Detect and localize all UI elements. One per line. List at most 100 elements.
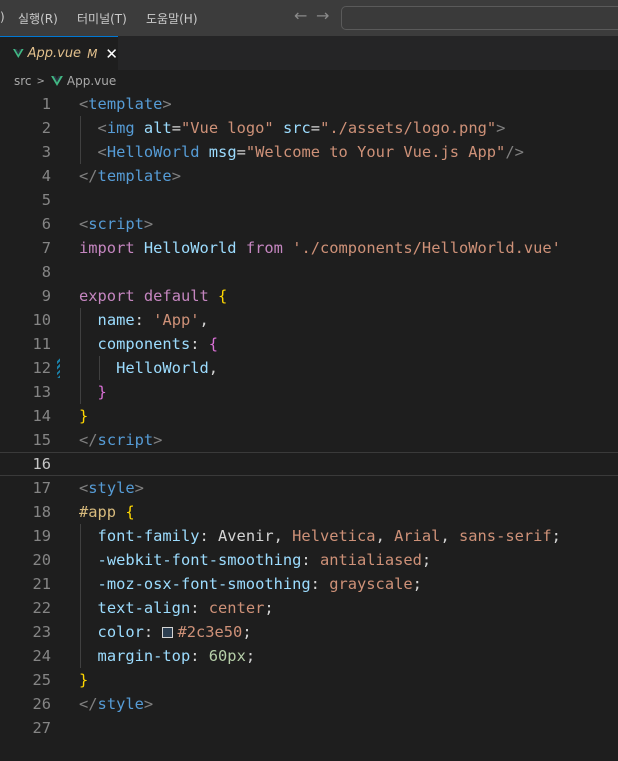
- menu-run[interactable]: 실행(R): [18, 10, 58, 27]
- code-line[interactable]: 6 <script>: [0, 212, 618, 236]
- code-text: </style>: [79, 692, 153, 716]
- code-token: >: [171, 167, 181, 185]
- code-line[interactable]: 18 #app {: [0, 500, 618, 524]
- color-swatch-icon[interactable]: [162, 627, 174, 638]
- line-number: 10: [32, 311, 51, 329]
- line-number: 20: [32, 551, 51, 569]
- code-text: }: [79, 404, 88, 428]
- line-number: 5: [41, 191, 51, 209]
- code-token: grayscale: [329, 575, 413, 593]
- code-line[interactable]: 27: [0, 716, 618, 740]
- code-token: script: [97, 431, 154, 449]
- code-token: text-align: [97, 599, 191, 617]
- code-editor[interactable]: 1 <template> 2 <img alt="Vue logo" src="./…: [0, 92, 618, 761]
- code-token: :: [143, 623, 163, 641]
- code-text: components: {: [79, 332, 219, 356]
- code-token: <: [79, 215, 89, 233]
- back-arrow-icon[interactable]: ←: [294, 6, 307, 25]
- code-line[interactable]: 24 margin-top: 60px;: [0, 644, 618, 668]
- code-token: Arial: [394, 527, 441, 545]
- code-token: ,: [208, 359, 219, 377]
- menu-help[interactable]: 도움말(H): [146, 10, 198, 27]
- line-number: 4: [41, 167, 51, 185]
- vue-file-icon: [51, 76, 63, 86]
- code-line[interactable]: 5: [0, 188, 618, 212]
- code-token: >: [143, 695, 154, 713]
- code-token: <: [97, 143, 107, 161]
- code-line[interactable]: 17 <style>: [0, 476, 618, 500]
- code-line[interactable]: 21 -moz-osx-font-smoothing: grayscale;: [0, 572, 618, 596]
- code-line[interactable]: 10 name: 'App',: [0, 308, 618, 332]
- code-token: "Welcome to Your Vue.js App": [245, 143, 506, 161]
- code-token: : Avenir,: [199, 527, 293, 545]
- code-token: ;: [421, 551, 432, 569]
- code-token: template: [88, 95, 163, 113]
- line-number: 17: [32, 479, 51, 497]
- code-token: }: [97, 383, 107, 401]
- code-text: text-align: center;: [79, 596, 274, 620]
- code-line[interactable]: 1 <template>: [0, 92, 618, 116]
- code-token: from: [245, 239, 283, 257]
- code-line[interactable]: 25}: [0, 668, 618, 692]
- menu-terminal[interactable]: 터미널(T): [77, 10, 127, 27]
- code-token: './components/HelloWorld.vue': [292, 239, 561, 257]
- code-text: </script>: [79, 428, 162, 452]
- command-center-search[interactable]: [341, 6, 618, 30]
- code-line[interactable]: 11 components: {: [0, 332, 618, 356]
- code-token: }: [79, 407, 89, 425]
- code-token: ,: [440, 527, 459, 545]
- code-line[interactable]: 12 HelloWorld,: [0, 356, 618, 380]
- code-token: =: [171, 119, 182, 137]
- code-line[interactable]: 19 font-family: Avenir, Helvetica, Arial…: [0, 524, 618, 548]
- code-line[interactable]: 2 <img alt="Vue logo" src="./assets/logo…: [0, 116, 618, 140]
- code-token: HelloWorld: [106, 143, 200, 161]
- code-token: "Vue logo": [181, 119, 274, 137]
- breadcrumb-folder[interactable]: src: [14, 74, 32, 88]
- code-token: >: [134, 479, 144, 497]
- line-number: 3: [41, 143, 51, 161]
- code-token: margin-top: [97, 647, 191, 665]
- indent-guide: [80, 308, 81, 404]
- code-line[interactable]: 15 </script>: [0, 428, 618, 452]
- code-line[interactable]: 22 text-align: center;: [0, 596, 618, 620]
- code-line[interactable]: 16: [0, 452, 618, 476]
- close-icon[interactable]: ✕: [105, 45, 118, 63]
- code-line[interactable]: 9 export default {: [0, 284, 618, 308]
- line-number: 12: [32, 359, 51, 377]
- code-text: <img alt="Vue logo" src="./assets/logo.p…: [79, 116, 506, 140]
- code-line[interactable]: 13 }: [0, 380, 618, 404]
- code-line[interactable]: 26 </style>: [0, 692, 618, 716]
- code-token: =: [236, 143, 246, 161]
- code-line[interactable]: 20 -webkit-font-smoothing: antialiased;: [0, 548, 618, 572]
- code-token: color: [97, 623, 144, 641]
- code-token: sans-serif: [459, 527, 552, 545]
- code-line[interactable]: 8: [0, 260, 618, 284]
- code-line[interactable]: 23 color: #2c3e50;: [0, 620, 618, 644]
- code-line[interactable]: 4 </template>: [0, 164, 618, 188]
- code-token: >: [143, 215, 154, 233]
- code-token: :: [190, 335, 209, 353]
- code-token: Helvetica: [292, 527, 376, 545]
- indent-guide: [99, 356, 100, 380]
- code-token: 'App': [153, 311, 200, 329]
- code-token: #app: [79, 503, 117, 521]
- code-token: template: [97, 167, 172, 185]
- breadcrumb-file[interactable]: App.vue: [67, 74, 116, 88]
- tab-app-vue[interactable]: App.vue M ✕: [0, 36, 118, 70]
- code-line[interactable]: 3 <HelloWorld msg="Welcome to Your Vue.j…: [0, 140, 618, 164]
- menu-item-partial[interactable]: ): [0, 10, 5, 24]
- code-line[interactable]: 7 import HelloWorld from './components/He…: [0, 236, 618, 260]
- code-token: =: [310, 119, 321, 137]
- code-token: :: [190, 647, 209, 665]
- line-number: 6: [41, 215, 51, 233]
- indent-guide: [80, 524, 81, 668]
- code-token: </: [79, 695, 98, 713]
- code-line[interactable]: 14}: [0, 404, 618, 428]
- forward-arrow-icon[interactable]: →: [316, 6, 329, 25]
- code-token: ;: [412, 575, 422, 593]
